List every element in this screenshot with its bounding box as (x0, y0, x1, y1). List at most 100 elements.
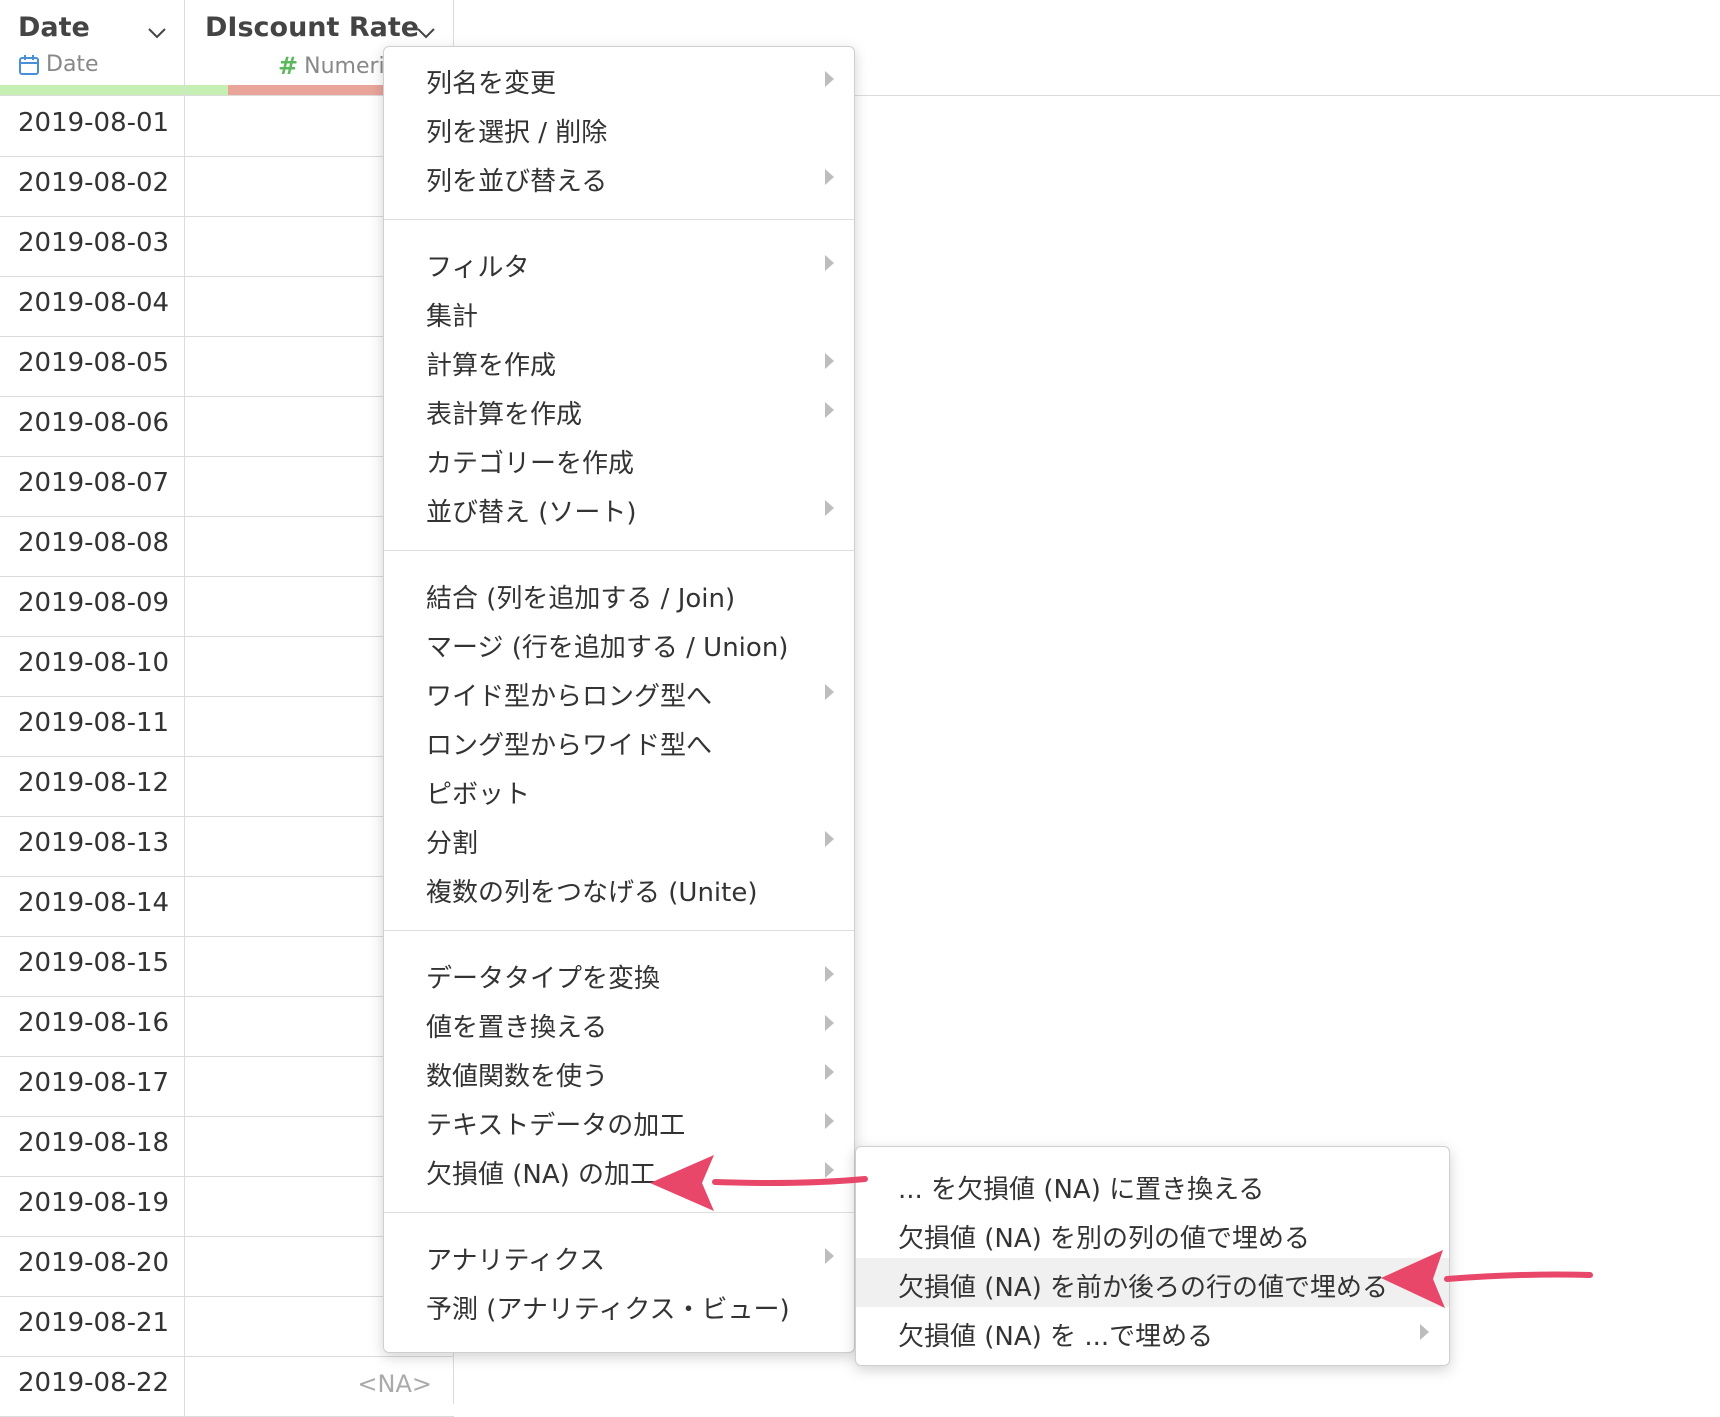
submenu-arrow-icon (825, 684, 834, 700)
chevron-down-icon[interactable] (415, 22, 437, 44)
annotation-arrow-icon (1381, 1250, 1593, 1308)
cell-divider (184, 216, 185, 276)
date-cell: 2019-08-15 (18, 948, 170, 978)
menu-item[interactable]: 計算を作成 (384, 336, 854, 385)
menu-item[interactable]: 列名を変更 (384, 54, 854, 103)
date-cell: 2019-08-14 (18, 888, 170, 918)
cell-divider (184, 516, 185, 576)
menu-item[interactable]: ワイド型からロング型へ (384, 667, 854, 716)
cell-divider (184, 936, 185, 996)
menu-divider (384, 550, 854, 551)
column-type-label: Numeri (304, 53, 385, 79)
cell-divider (184, 276, 185, 336)
date-cell: 2019-08-17 (18, 1068, 170, 1098)
column-name: Date (18, 12, 90, 43)
table-row: 2019-08-22 <NA> (0, 1356, 454, 1417)
menu-item-label: データタイプを変換 (426, 964, 661, 994)
menu-item[interactable]: 結合 (列を追加する / Join) (384, 569, 854, 618)
menu-item[interactable]: テキストデータの加工 (384, 1096, 854, 1145)
date-cell: 2019-08-12 (18, 768, 170, 798)
submenu-item-label: 欠損値 (NA) を ...で埋める (898, 1322, 1214, 1352)
menu-item-label: 分割 (426, 829, 479, 859)
menu-item-label: カテゴリーを作成 (426, 449, 635, 479)
menu-item[interactable]: フィルタ (384, 238, 854, 287)
chevron-down-icon[interactable] (146, 22, 168, 44)
submenu-arrow-icon (825, 169, 834, 185)
cell-divider (184, 576, 185, 636)
menu-item[interactable]: 表計算を作成 (384, 385, 854, 434)
hash-icon: # (278, 52, 299, 80)
menu-item-label: フィルタ (426, 253, 530, 283)
menu-item-label: ピボット (426, 780, 531, 810)
menu-item-label: 列名を変更 (426, 69, 557, 99)
submenu-arrow-icon (825, 1064, 834, 1080)
menu-item-label: 並び替え (ソート) (426, 498, 637, 528)
date-cell: 2019-08-20 (18, 1248, 170, 1278)
date-cell: 2019-08-22 (18, 1368, 170, 1398)
menu-item[interactable]: カテゴリーを作成 (384, 434, 854, 483)
column-header-date[interactable]: Date Date (0, 0, 185, 95)
cell-divider (184, 156, 185, 216)
menu-item-label: マージ (行を追加する / Union) (426, 633, 789, 663)
column-type: Date (18, 52, 99, 77)
menu-item[interactable]: ピボット (384, 765, 854, 814)
menu-item[interactable]: 列を選択 / 削除 (384, 103, 854, 152)
submenu-item-label: ... を欠損値 (NA) に置き換える (898, 1175, 1265, 1205)
cell-divider (184, 456, 185, 516)
date-cell: 2019-08-10 (18, 648, 170, 678)
menu-item[interactable]: 数値関数を使う (384, 1047, 854, 1096)
menu-item-label: 予測 (アナリティクス・ビュー) (426, 1295, 790, 1325)
submenu-arrow-icon (825, 1015, 834, 1031)
cell-divider (184, 1176, 185, 1236)
date-cell: 2019-08-09 (18, 588, 170, 618)
cell-divider (184, 396, 185, 456)
missing-values-submenu: ... を欠損値 (NA) に置き換える 欠損値 (NA) を別の列の値で埋める欠… (855, 1146, 1450, 1366)
submenu-arrow-icon (825, 831, 834, 847)
menu-item[interactable]: 値を置き換える (384, 998, 854, 1047)
menu-item-label: ワイド型からロング型へ (426, 682, 713, 712)
menu-item[interactable]: 複数の列をつなげる (Unite) (384, 863, 854, 912)
menu-item-label: 表計算を作成 (426, 400, 583, 430)
date-cell: 2019-08-05 (18, 348, 170, 378)
submenu-item[interactable]: 欠損値 (NA) を前か後ろの行の値で埋める (856, 1258, 1449, 1307)
cell-divider (184, 96, 185, 156)
menu-item[interactable]: 集計 (384, 287, 854, 336)
date-cell: 2019-08-08 (18, 528, 170, 558)
submenu-arrow-icon (825, 353, 834, 369)
date-cell: 2019-08-04 (18, 288, 170, 318)
menu-divider (384, 930, 854, 931)
menu-item[interactable]: 分割 (384, 814, 854, 863)
submenu-item[interactable]: 欠損値 (NA) を ...で埋める (856, 1307, 1449, 1356)
date-cell: 2019-08-03 (18, 228, 170, 258)
menu-item-label: ロング型からワイド型へ (426, 731, 713, 761)
submenu-item[interactable]: ... を欠損値 (NA) に置き換える (856, 1160, 1449, 1209)
menu-item[interactable]: 並び替え (ソート) (384, 483, 854, 532)
submenu-item-label: 欠損値 (NA) を別の列の値で埋める (898, 1224, 1311, 1254)
menu-item-label: 結合 (列を追加する / Join) (426, 584, 736, 614)
menu-item[interactable]: マージ (行を追加する / Union) (384, 618, 854, 667)
menu-item-label: アナリティクス (426, 1246, 606, 1276)
cell-divider (184, 336, 185, 396)
quality-bar (0, 85, 184, 95)
calendar-icon (19, 54, 39, 75)
cell-divider (184, 816, 185, 876)
menu-item[interactable]: 予測 (アナリティクス・ビュー) (384, 1280, 854, 1329)
menu-item[interactable]: ロング型からワイド型へ (384, 716, 854, 765)
submenu-arrow-icon (825, 500, 834, 516)
menu-item[interactable]: データタイプを変換 (384, 949, 854, 998)
cell-divider (184, 1116, 185, 1176)
date-cell: 2019-08-13 (18, 828, 170, 858)
submenu-item[interactable]: 欠損値 (NA) を別の列の値で埋める (856, 1209, 1449, 1258)
menu-item-label: 計算を作成 (426, 351, 557, 381)
cell-divider (184, 1236, 185, 1296)
cell-divider (184, 696, 185, 756)
menu-divider (384, 219, 854, 220)
date-cell: 2019-08-11 (18, 708, 170, 738)
column-type: # Numeri (278, 52, 385, 80)
menu-item-label: 列を選択 / 削除 (426, 118, 608, 148)
menu-item[interactable]: 列を並び替える (384, 152, 854, 201)
cell-divider (184, 996, 185, 1056)
menu-item[interactable]: アナリティクス (384, 1231, 854, 1280)
submenu-arrow-icon (825, 71, 834, 87)
date-cell: 2019-08-01 (18, 108, 170, 138)
